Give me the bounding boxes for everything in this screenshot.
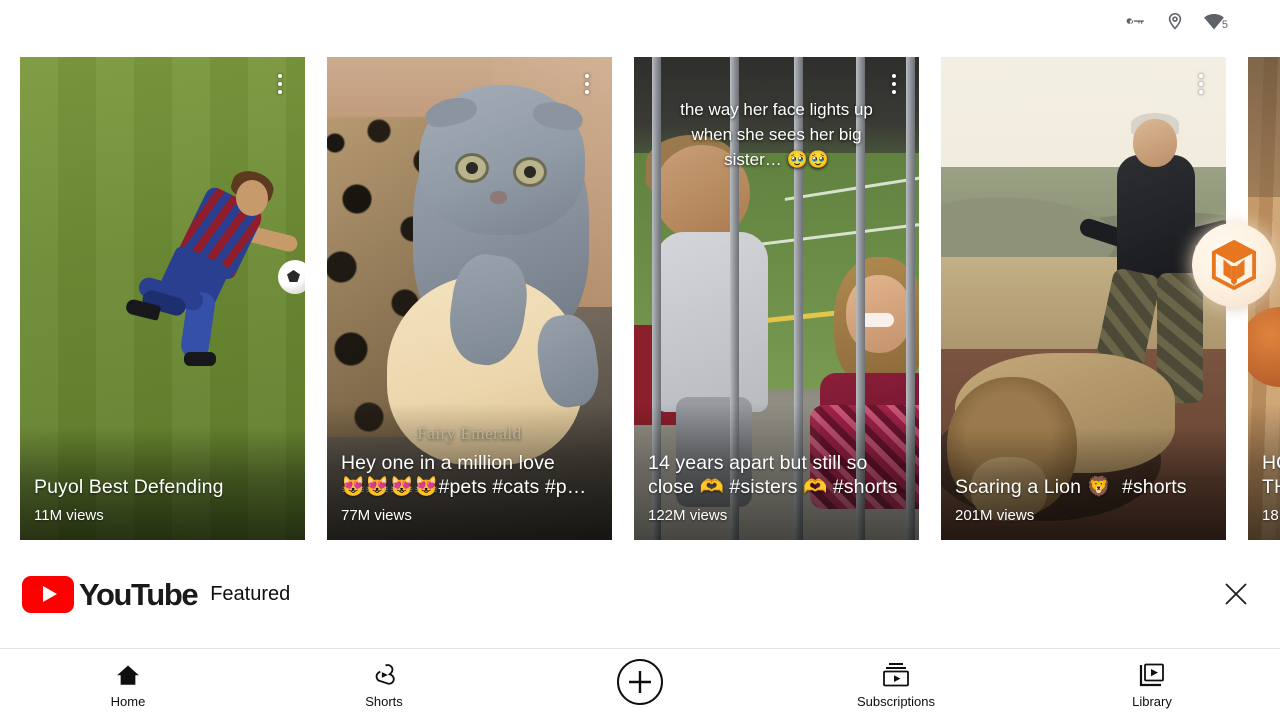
card-views: 11M views [34,507,104,524]
home-icon [115,662,141,688]
card-more-options-button[interactable] [576,71,598,97]
wifi-badge-count: 5 [1221,19,1228,31]
nav-label-shorts: Shorts [365,694,403,709]
card-meta: HO TH 18 [1248,403,1280,540]
nav-item-library[interactable]: Library [1024,649,1280,720]
vpn-key-icon [1125,10,1147,32]
card-meta: Puyol Best Defending 11M views [20,427,305,540]
card-meta: Hey one in a million love 😻😻😻😻#pets #cat… [327,403,612,540]
card-title: Scaring a Lion 🦁 #shorts [955,476,1187,498]
youtube-wordmark: YouTube [79,576,199,612]
nav-label-home: Home [110,694,146,709]
nav-item-create[interactable] [512,649,768,720]
nav-label-library: Library [1132,694,1172,709]
video-overlay-caption: the way her face lights up when she sees… [680,100,873,169]
youtube-shorts-screen: 5 Puyol Best Defending 11M views Hey one… [0,0,1280,720]
card-title: 14 years apart but still so close 🫶 #sis… [648,452,898,498]
card-title: Hey one in a million love 😻😻😻😻#pets #cat… [341,452,587,498]
location-pin-icon [1165,10,1185,32]
subscriptions-icon [881,662,911,688]
card-title: HO TH [1262,452,1280,498]
shorts-card[interactable]: Puyol Best Defending 11M views [20,57,305,540]
youtube-logo: YouTube [22,575,199,613]
nav-label-subscriptions: Subscriptions [856,694,936,709]
banner-brand-group[interactable]: YouTube Featured [22,575,291,613]
close-icon [1225,583,1247,605]
shorts-card-row: Puyol Best Defending 11M views Hey one i… [0,57,1280,540]
shorts-shelf[interactable]: Puyol Best Defending 11M views Hey one i… [0,57,1280,540]
shorts-card[interactable]: Fairy Emerald Hey one in a million love … [327,57,612,540]
card-more-options-button[interactable] [883,71,905,97]
card-meta: Scaring a Lion 🦁 #shorts 201M views [941,427,1226,540]
featured-ad-banner: YouTube Featured [0,540,1280,648]
card-views: 122M views [648,507,728,524]
nav-item-home[interactable]: Home [0,649,256,720]
cube-logo-badge[interactable] [1192,223,1276,307]
library-icon [1138,662,1166,688]
card-views: 77M views [341,507,412,524]
banner-label: Featured [210,582,291,605]
bottom-navigation-bar: Home Shorts Subscriptions Library [0,648,1280,720]
status-icon-group: 5 [1125,10,1228,32]
card-more-options-button[interactable] [269,71,291,97]
card-title: Puyol Best Defending [34,476,224,498]
card-views: 201M views [955,507,1035,524]
wifi-icon: 5 [1203,12,1228,31]
shorts-icon [371,662,397,688]
create-plus-icon [616,658,664,705]
youtube-play-icon [22,575,74,613]
nav-item-subscriptions[interactable]: Subscriptions [768,649,1024,720]
status-bar: 5 [0,0,1280,42]
banner-close-button[interactable] [1214,572,1258,616]
cube-icon [1211,240,1257,290]
shorts-card[interactable]: the way her face lights up when she sees… [634,57,919,540]
card-views: 18 [1262,507,1279,524]
card-meta: 14 years apart but still so close 🫶 #sis… [634,403,919,540]
card-more-options-button[interactable] [1190,71,1212,97]
shorts-card[interactable]: Scaring a Lion 🦁 #shorts 201M views [941,57,1226,540]
nav-item-shorts[interactable]: Shorts [256,649,512,720]
